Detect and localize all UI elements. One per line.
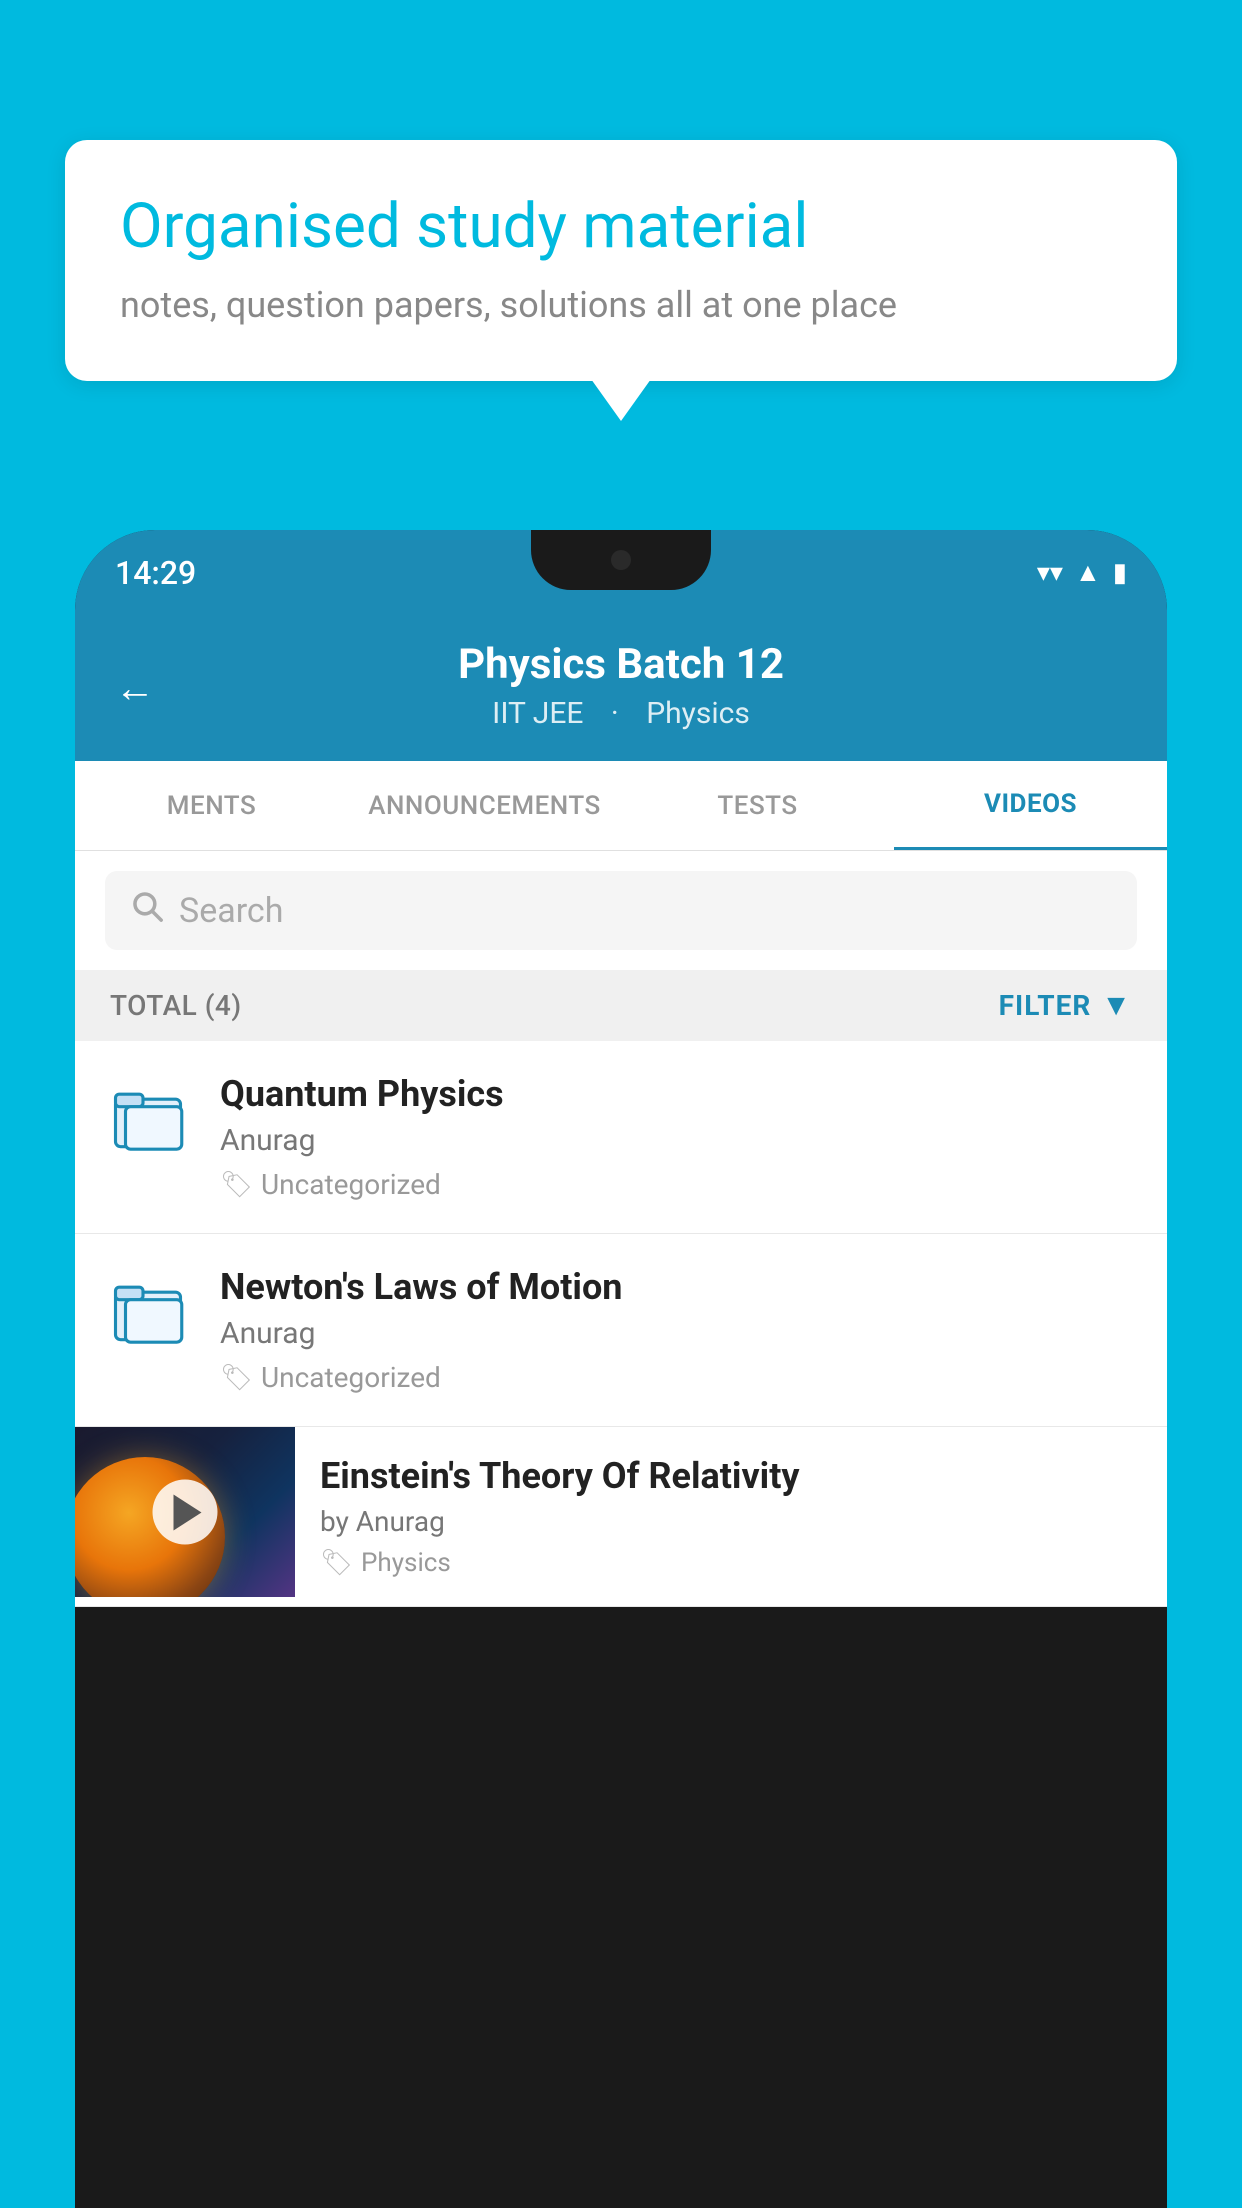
header-separator: · [611,696,619,731]
play-icon [174,1494,202,1530]
tab-announcements[interactable]: ANNOUNCEMENTS [348,763,621,849]
status-time: 14:29 [115,554,196,592]
video-author: Anurag [220,1123,1137,1158]
camera [611,550,631,570]
speech-bubble: Organised study material notes, question… [65,140,1177,381]
folder-icon [105,1073,195,1163]
phone-frame: 14:29 ▾▾ ▲ ▮ ← Physics Batch 12 IIT JEE … [75,530,1167,2208]
video-tag: 🏷 Physics [320,1548,1142,1578]
list-item[interactable]: Einstein's Theory Of Relativity by Anura… [75,1427,1167,1607]
video-item-info: Einstein's Theory Of Relativity by Anura… [295,1427,1167,1606]
video-tag: 🏷 Uncategorized [220,1168,1137,1201]
list-item[interactable]: Quantum Physics Anurag 🏷 Uncategorized [75,1041,1167,1234]
header-subtitle: IIT JEE · Physics [115,696,1127,731]
status-bar: 14:29 ▾▾ ▲ ▮ [75,530,1167,615]
status-icons: ▾▾ ▲ ▮ [1037,557,1127,588]
notch [531,530,711,590]
video-tag: 🏷 Uncategorized [220,1361,1137,1394]
wifi-icon: ▾▾ [1037,558,1063,588]
app-header: ← Physics Batch 12 IIT JEE · Physics [75,615,1167,761]
back-button[interactable]: ← [115,665,155,712]
header-iitjee: IIT JEE [492,696,583,731]
total-count: TOTAL (4) [110,989,242,1022]
search-icon [130,889,164,932]
video-author: Anurag [220,1316,1137,1351]
list-item[interactable]: Newton's Laws of Motion Anurag 🏷 Uncateg… [75,1234,1167,1427]
content-area: Quantum Physics Anurag 🏷 Uncategorized N… [75,1041,1167,1607]
video-item-info: Quantum Physics Anurag 🏷 Uncategorized [220,1073,1137,1201]
signal-icon: ▲ [1075,557,1101,588]
tabs-bar: MENTS ANNOUNCEMENTS TESTS VIDEOS [75,761,1167,851]
speech-bubble-container: Organised study material notes, question… [65,140,1177,381]
video-author: by Anurag [320,1505,1142,1538]
battery-icon: ▮ [1113,558,1127,588]
tag-label: Uncategorized [261,1361,441,1394]
search-container: Search [75,851,1167,970]
filter-button[interactable]: FILTER ▼ [999,988,1132,1023]
tab-tests[interactable]: TESTS [621,763,894,849]
header-physics: Physics [646,696,750,731]
search-bar[interactable]: Search [105,871,1137,950]
video-thumbnail [75,1427,295,1597]
speech-bubble-subtitle: notes, question papers, solutions all at… [120,284,1122,326]
video-item-info: Newton's Laws of Motion Anurag 🏷 Uncateg… [220,1266,1137,1394]
filter-icon: ▼ [1101,988,1132,1023]
header-title: Physics Batch 12 [115,640,1127,690]
tag-icon: 🏷 [320,1548,353,1578]
folder-icon [105,1266,195,1356]
search-placeholder: Search [179,891,283,931]
tag-icon: 🏷 [220,1363,253,1393]
filter-row: TOTAL (4) FILTER ▼ [75,970,1167,1041]
tab-videos[interactable]: VIDEOS [894,761,1167,850]
video-title: Quantum Physics [220,1073,1137,1115]
tag-icon: 🏷 [220,1170,253,1200]
tag-label: Physics [361,1548,451,1578]
play-button[interactable] [153,1480,218,1545]
video-title: Einstein's Theory Of Relativity [320,1455,1142,1497]
tag-label: Uncategorized [261,1168,441,1201]
filter-label: FILTER [999,989,1092,1022]
tab-ments[interactable]: MENTS [75,763,348,849]
video-title: Newton's Laws of Motion [220,1266,1137,1308]
speech-bubble-title: Organised study material [120,190,1122,264]
